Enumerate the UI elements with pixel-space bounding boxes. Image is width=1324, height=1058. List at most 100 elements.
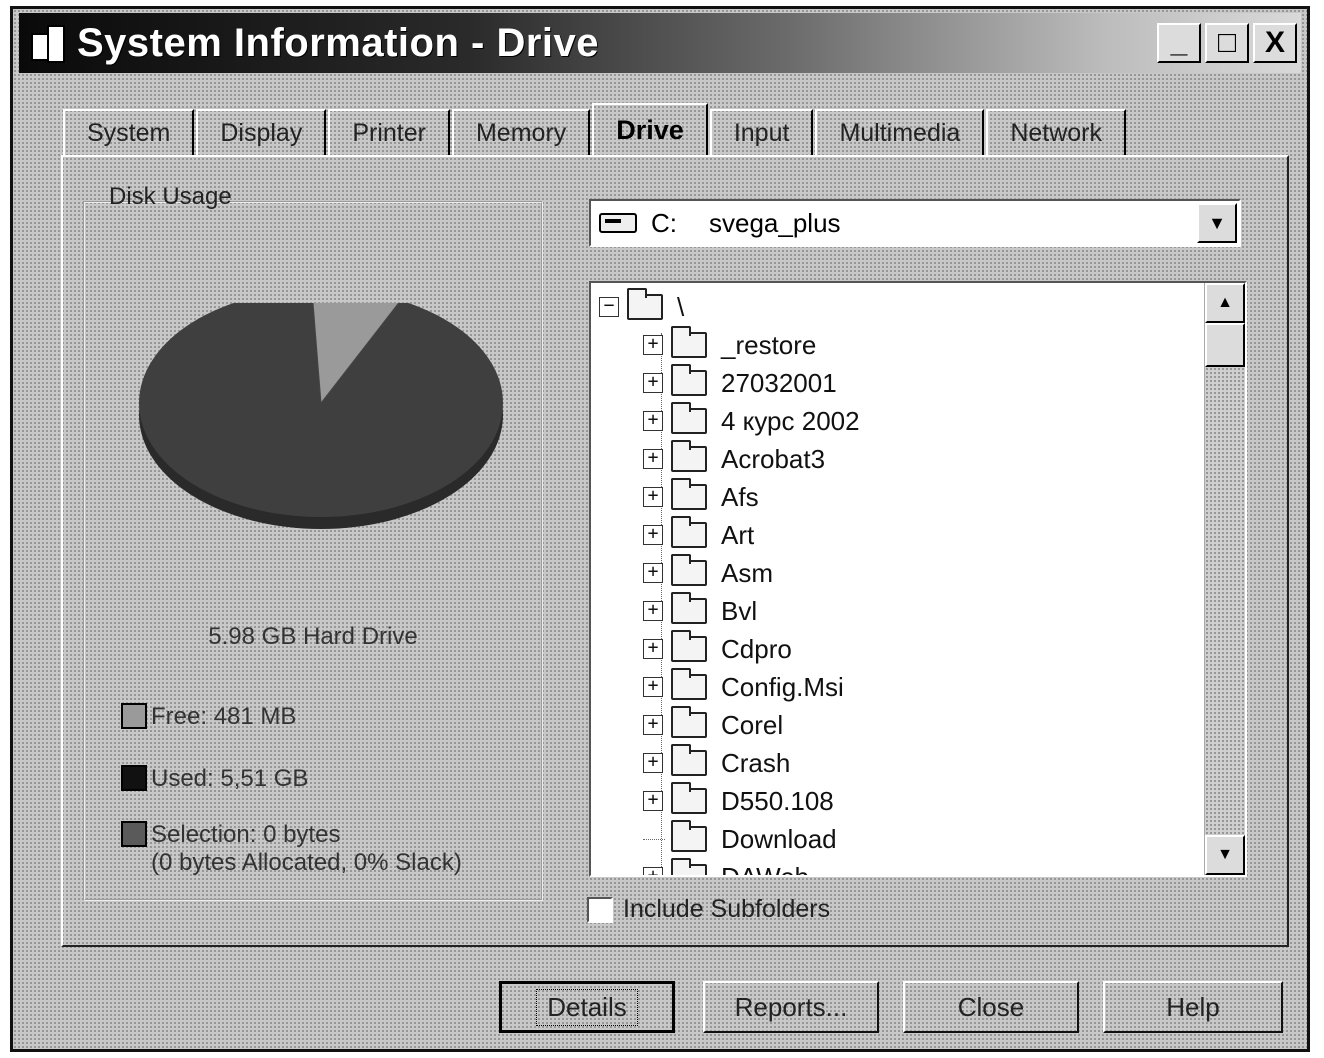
tree-item[interactable]: + Config.Msi xyxy=(643,668,844,705)
app-icon xyxy=(29,23,65,63)
expand-icon[interactable]: + xyxy=(643,411,663,431)
tree-item[interactable]: + Bvl xyxy=(643,592,758,629)
close-button[interactable]: Close xyxy=(903,981,1079,1033)
drive-select[interactable]: C: svega_plus ▼ xyxy=(589,199,1241,247)
tab-multimedia[interactable]: Multimedia xyxy=(815,109,985,155)
expand-icon[interactable]: + xyxy=(643,753,663,773)
expand-icon[interactable]: + xyxy=(643,449,663,469)
expand-icon[interactable]: + xyxy=(643,639,663,659)
tree-item[interactable]: + Afs xyxy=(643,478,759,515)
drive-tab-panel: Disk Usage 5.98 GB Hard Drive Free: 481 … xyxy=(61,155,1289,947)
tree-item[interactable]: + D550.108 xyxy=(643,782,834,819)
folder-icon xyxy=(671,630,707,662)
reports-button[interactable]: Reports... xyxy=(703,981,879,1033)
tree-connector xyxy=(643,838,665,840)
details-label: Details xyxy=(536,988,638,1026)
tree-item[interactable]: + Corel xyxy=(643,706,784,743)
folder-icon xyxy=(627,288,663,320)
collapse-icon[interactable]: − xyxy=(599,297,619,317)
tree-root-label: \ xyxy=(677,291,685,322)
tree-item[interactable]: +27032001 xyxy=(643,364,837,401)
tab-display[interactable]: Display xyxy=(196,109,327,155)
tree-item-label: Acrobat3 xyxy=(721,443,826,474)
disk-usage-pie-chart xyxy=(139,303,503,529)
folder-icon xyxy=(671,402,707,434)
minimize-button[interactable]: _ xyxy=(1157,23,1201,63)
tree-item-label: D550.108 xyxy=(721,785,834,816)
folder-icon xyxy=(671,858,707,875)
tree-item[interactable]: + DAWeb xyxy=(643,858,810,877)
folder-icon xyxy=(671,326,707,358)
tree-item[interactable]: + Cdpro xyxy=(643,630,792,667)
tree-item-label: Download xyxy=(721,823,837,854)
legend-used: Used: 5,51 GB xyxy=(121,765,308,793)
close-window-button[interactable]: X xyxy=(1253,23,1297,63)
folder-tree[interactable]: − \ + _restore +27032001 +4 курс 2002 + Acrob… xyxy=(589,281,1247,877)
expand-icon[interactable]: + xyxy=(643,563,663,583)
expand-icon[interactable]: + xyxy=(643,525,663,545)
expand-icon[interactable]: + xyxy=(643,867,663,875)
free-swatch xyxy=(121,703,147,729)
include-subfolders-checkbox[interactable] xyxy=(587,896,613,923)
scroll-up-icon[interactable]: ▲ xyxy=(1205,283,1245,323)
details-button[interactable]: Details xyxy=(499,981,675,1033)
tree-item[interactable]: + Crash xyxy=(643,744,791,781)
folder-icon xyxy=(671,668,707,700)
tab-network[interactable]: Network xyxy=(986,109,1126,155)
folder-icon xyxy=(671,478,707,510)
help-button[interactable]: Help xyxy=(1103,981,1283,1033)
system-information-window: System Information - Drive _ □ X System … xyxy=(10,6,1310,1052)
tab-memory[interactable]: Memory xyxy=(451,109,591,155)
tree-item-label: _restore xyxy=(721,329,817,360)
tree-item[interactable]: Download xyxy=(643,820,837,857)
tab-printer[interactable]: Printer xyxy=(328,109,450,155)
tree-item-label: Crash xyxy=(721,747,791,778)
legend-selection: Selection: 0 bytes (0 bytes Allocated, 0… xyxy=(121,821,462,877)
folder-icon xyxy=(671,706,707,738)
tree-item-label: Art xyxy=(721,519,755,550)
title-bar[interactable]: System Information - Drive _ □ X xyxy=(19,13,1301,73)
drive-name: svega_plus xyxy=(709,207,841,238)
legend-free: Free: 481 MB xyxy=(121,703,296,731)
dropdown-arrow-icon[interactable]: ▼ xyxy=(1197,203,1237,243)
expand-icon[interactable]: + xyxy=(643,601,663,621)
folder-icon xyxy=(671,364,707,396)
expand-icon[interactable]: + xyxy=(643,487,663,507)
expand-icon[interactable]: + xyxy=(643,677,663,697)
folder-icon xyxy=(671,516,707,548)
tree-item[interactable]: + Asm xyxy=(643,554,773,591)
tab-system[interactable]: System xyxy=(63,109,195,155)
tree-item-label: Asm xyxy=(721,557,773,588)
tree-root[interactable]: − \ xyxy=(599,288,685,325)
hard-drive-icon xyxy=(599,213,637,233)
tree-item-label: 4 курс 2002 xyxy=(721,405,860,436)
tab-input[interactable]: Input xyxy=(709,109,814,155)
tree-item-label: Corel xyxy=(721,709,784,740)
folder-icon xyxy=(671,820,707,852)
disk-usage-label: Disk Usage xyxy=(109,183,232,210)
tree-item-label: Bvl xyxy=(721,595,758,626)
tree-item[interactable]: + Art xyxy=(643,516,755,553)
drive-letter: C: xyxy=(651,207,677,238)
expand-icon[interactable]: + xyxy=(643,373,663,393)
scroll-thumb[interactable] xyxy=(1205,323,1245,367)
scroll-down-icon[interactable]: ▼ xyxy=(1205,835,1245,875)
selection-swatch xyxy=(121,821,147,847)
expand-icon[interactable]: + xyxy=(643,715,663,735)
tree-item[interactable]: +4 курс 2002 xyxy=(643,402,860,439)
tree-item[interactable]: + Acrobat3 xyxy=(643,440,826,477)
maximize-button[interactable]: □ xyxy=(1205,23,1249,63)
tab-drive[interactable]: Drive xyxy=(592,103,708,155)
tree-scrollbar[interactable]: ▲ ▼ xyxy=(1204,283,1245,875)
folder-icon xyxy=(671,744,707,776)
tree-item-label: Cdpro xyxy=(721,633,792,664)
folder-icon xyxy=(671,782,707,814)
used-label: Used: 5,51 GB xyxy=(151,765,309,792)
expand-icon[interactable]: + xyxy=(643,335,663,355)
include-subfolders[interactable]: Include Subfolders xyxy=(587,895,830,924)
tree-item[interactable]: + _restore xyxy=(643,326,817,363)
expand-icon[interactable]: + xyxy=(643,791,663,811)
free-label: Free: 481 MB xyxy=(151,703,297,730)
folder-icon xyxy=(671,554,707,586)
tree-item-label: DAWeb xyxy=(721,861,810,877)
